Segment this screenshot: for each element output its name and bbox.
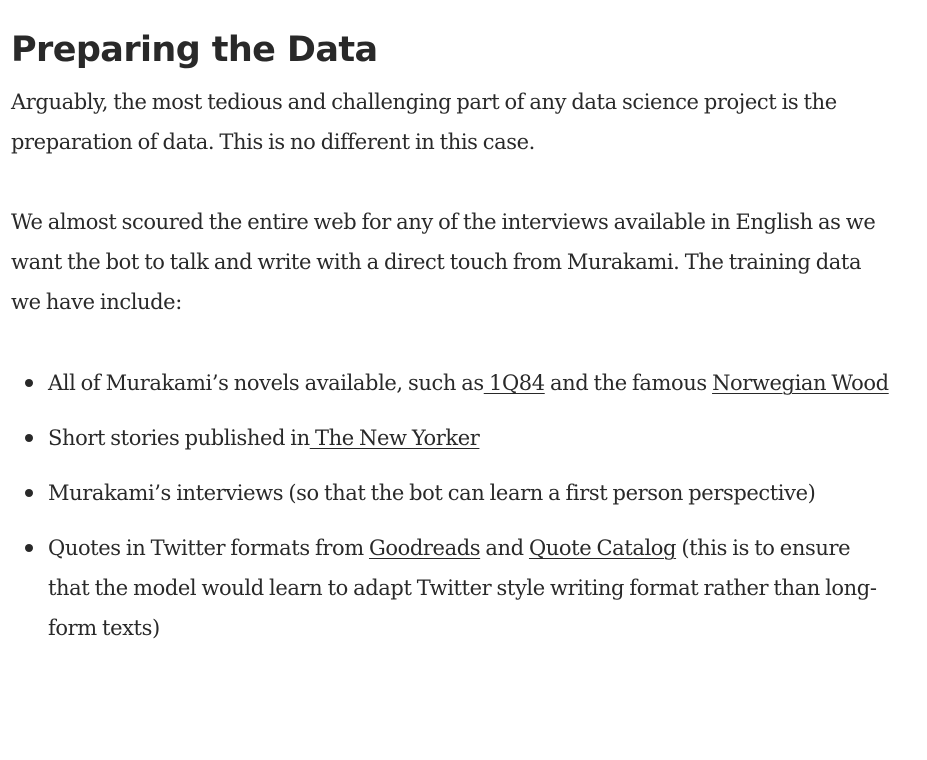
list-item-interviews: Murakami’s interviews (so that the bot c… <box>11 473 891 513</box>
list-item-text: and <box>480 536 529 560</box>
link-goodreads[interactable]: Goodreads <box>369 536 481 560</box>
list-item-quotes: Quotes in Twitter formats from Goodreads… <box>11 528 891 648</box>
intro-paragraph: Arguably, the most tedious and challengi… <box>11 90 837 154</box>
link-norwegian-wood[interactable]: Norwegian Wood <box>712 371 889 395</box>
bullet-icon <box>25 379 33 387</box>
link-the-new-yorker[interactable]: The New Yorker <box>310 426 480 450</box>
list-item-novels: All of Murakami’s novels available, such… <box>11 363 891 403</box>
list-item-short-stories: Short stories published in The New Yorke… <box>11 418 891 458</box>
list-item-text: Short stories published in <box>48 426 310 450</box>
training-data-list: All of Murakami’s novels available, such… <box>11 363 891 648</box>
list-item-text: All of Murakami’s novels available, such… <box>48 371 484 395</box>
article-body: Preparing the Data Arguably, the most te… <box>11 0 891 663</box>
list-item-text: Murakami’s interviews (so that the bot c… <box>48 481 816 505</box>
bullet-icon <box>25 489 33 497</box>
bullet-icon <box>25 544 33 552</box>
link-quote-catalog[interactable]: Quote Catalog <box>529 536 676 560</box>
bullet-icon <box>25 434 33 442</box>
link-1q84[interactable]: 1Q84 <box>484 371 545 395</box>
training-data-paragraph: We almost scoured the entire web for any… <box>11 210 876 314</box>
list-item-text: Quotes in Twitter formats from <box>48 536 370 560</box>
section-heading: Preparing the Data <box>11 30 378 70</box>
list-item-text: and the famous <box>544 371 713 395</box>
